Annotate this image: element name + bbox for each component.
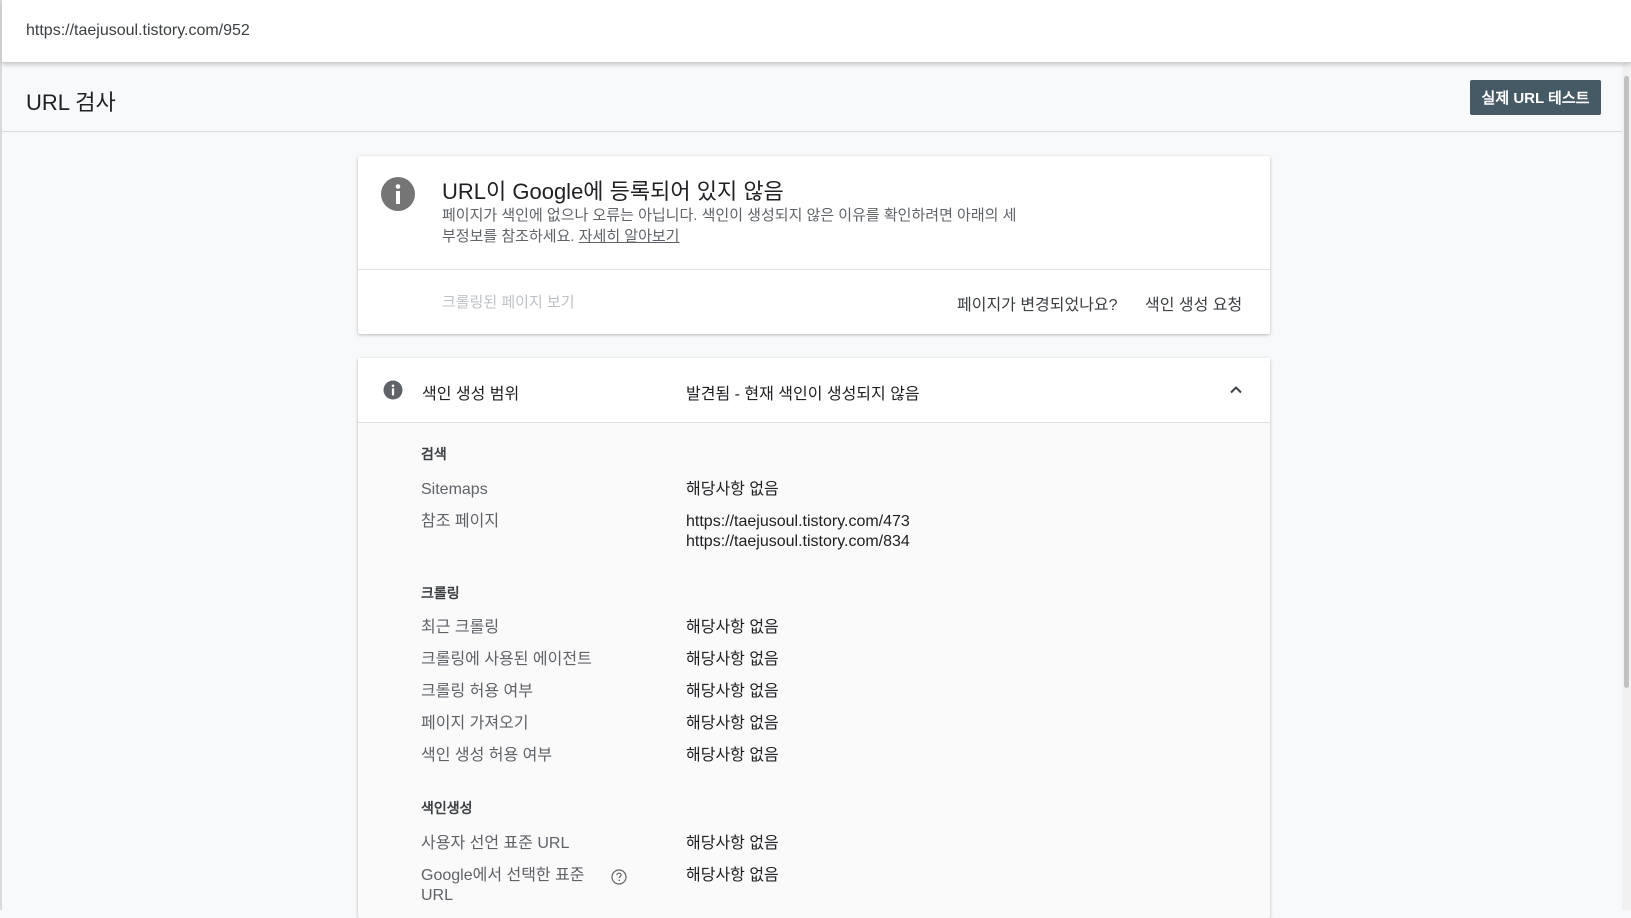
google-canonical-label: Google에서 선택한 표준 URL xyxy=(421,867,585,904)
referring-page-label: 참조 페이지 xyxy=(421,513,500,530)
view-crawled-page-link[interactable]: 크롤링된 페이지 보기 xyxy=(442,291,575,312)
crawl-allowed-label: 크롤링 허용 여부 xyxy=(421,683,533,700)
page-fetch-value: 해당사항 없음 xyxy=(686,715,779,732)
user-canonical-label: 사용자 선언 표준 URL xyxy=(421,835,570,852)
help-icon[interactable] xyxy=(611,869,627,885)
learn-more-link[interactable]: 자세히 알아보기 xyxy=(579,228,680,245)
info-icon xyxy=(381,177,415,211)
chevron-up-icon[interactable] xyxy=(1226,380,1246,400)
index-status-card: URL이 Google에 등록되어 있지 않음 페이지가 색인에 없으나 오류는… xyxy=(358,156,1270,334)
crawled-as-value: 해당사항 없음 xyxy=(686,651,779,668)
live-url-test-button[interactable]: 실제 URL 테스트 xyxy=(1470,80,1601,115)
page-fetch-label: 페이지 가져오기 xyxy=(421,715,529,732)
url-bar[interactable]: https://taejusoul.tistory.com/952 xyxy=(2,0,1631,63)
google-canonical-value: 해당사항 없음 xyxy=(686,867,779,884)
coverage-card: 색인 생성 범위 발견됨 - 현재 색인이 생성되지 않음 검색 Sitemap… xyxy=(358,358,1270,918)
crawled-as-label: 크롤링에 사용된 에이전트 xyxy=(421,651,592,668)
status-description-text: 페이지가 색인에 없으나 오류는 아닙니다. 색인이 생성되지 않은 이유를 확… xyxy=(442,207,1017,245)
info-icon xyxy=(383,380,403,400)
section-heading-discovery: 검색 xyxy=(421,446,447,462)
card-divider xyxy=(358,269,1270,270)
sitemaps-label: Sitemaps xyxy=(421,481,488,498)
indexing-allowed-label: 색인 생성 허용 여부 xyxy=(421,747,553,764)
url-input-value[interactable]: https://taejusoul.tistory.com/952 xyxy=(26,22,250,40)
scrollbar-thumb[interactable] xyxy=(1624,76,1629,688)
section-heading-indexing: 색인생성 xyxy=(421,800,473,816)
crawl-allowed-value: 해당사항 없음 xyxy=(686,683,779,700)
last-crawl-label: 최근 크롤링 xyxy=(421,619,500,636)
last-crawl-value: 해당사항 없음 xyxy=(686,619,779,636)
referring-page-link[interactable]: https://taejusoul.tistory.com/473 xyxy=(686,512,910,532)
status-title: URL이 Google에 등록되어 있지 않음 xyxy=(442,179,784,204)
page-header: URL 검사 실제 URL 테스트 xyxy=(2,63,1631,132)
window-frame-edge xyxy=(0,0,2,910)
indexing-allowed-value: 해당사항 없음 xyxy=(686,747,779,764)
coverage-accordion-header[interactable]: 색인 생성 범위 발견됨 - 현재 색인이 생성되지 않음 xyxy=(358,358,1270,423)
status-description: 페이지가 색인에 없으나 오류는 아닙니다. 색인이 생성되지 않은 이유를 확… xyxy=(442,205,1022,247)
user-canonical-value: 해당사항 없음 xyxy=(686,835,779,852)
referring-page-link[interactable]: https://taejusoul.tistory.com/834 xyxy=(686,532,910,552)
page-changed-question: 페이지가 변경되었나요? xyxy=(957,297,1118,314)
coverage-label: 색인 생성 범위 xyxy=(422,386,520,403)
request-indexing-button[interactable]: 색인 생성 요청 xyxy=(1145,291,1242,315)
page-title: URL 검사 xyxy=(26,90,116,115)
coverage-status-value: 발견됨 - 현재 색인이 생성되지 않음 xyxy=(686,386,920,403)
sitemaps-value: 해당사항 없음 xyxy=(686,481,779,498)
section-heading-crawl: 크롤링 xyxy=(421,585,460,601)
